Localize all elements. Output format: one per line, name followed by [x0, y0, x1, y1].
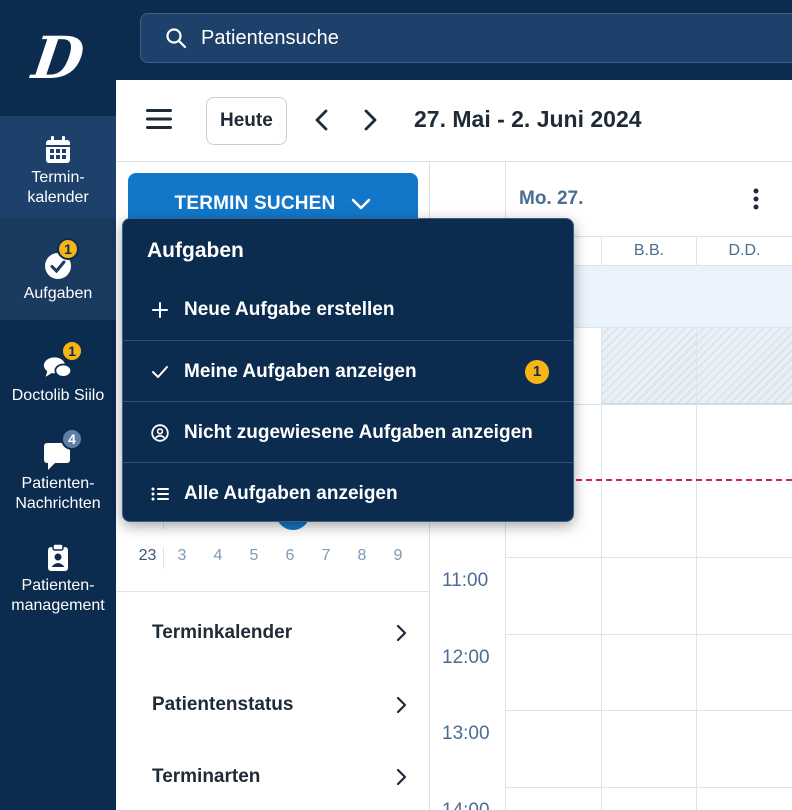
time-label: 14:00 — [442, 800, 490, 810]
calendar-toolbar: Heute 27. Mai - 2. Juni 2024 — [116, 80, 792, 162]
menu-icon[interactable] — [146, 108, 172, 130]
top-bar: Patientensuche — [116, 0, 792, 80]
divider — [116, 591, 429, 592]
mini-calendar-day[interactable]: 5 — [236, 547, 272, 569]
doctolib-logo[interactable]: D — [0, 0, 116, 116]
menu-item-new-task[interactable]: Neue Aufgabe erstellen — [123, 279, 573, 340]
day-header[interactable]: Mo. 27. — [519, 188, 583, 210]
mini-calendar-day[interactable]: 4 — [200, 547, 236, 569]
sidebar-item-label: Termin- — [31, 169, 85, 186]
menu-item-all-tasks[interactable]: Alle Aufgaben anzeigen — [123, 463, 573, 524]
calendar-icon — [43, 136, 73, 164]
my-tasks-badge: 1 — [525, 359, 549, 384]
date-range-title: 27. Mai - 2. Juni 2024 — [414, 106, 642, 132]
menu-title: Aufgaben — [147, 239, 244, 262]
sidebar-item-patienten-nachrichten[interactable]: 4 Patienten- Nachrichten — [0, 420, 116, 522]
mini-calendar-day[interactable]: 7 — [308, 547, 344, 569]
siilo-badge: 1 — [61, 340, 83, 362]
nachrichten-badge: 4 — [61, 428, 83, 450]
resource-column-header: D.D. — [697, 236, 792, 266]
sidebar-item-label: Patienten- — [21, 475, 95, 492]
resource-column-header: B.B. — [602, 236, 696, 266]
unavailable-slot — [697, 328, 792, 404]
clipboard-user-icon — [43, 544, 73, 572]
list-icon — [149, 483, 171, 505]
search-icon — [166, 28, 187, 49]
unavailable-slot — [602, 328, 696, 404]
sidebar-item-label: Nachrichten — [15, 495, 101, 512]
sidebar-item-label: management — [11, 597, 105, 614]
chevron-right-icon — [396, 768, 407, 786]
chat-bubbles-icon: 1 — [43, 340, 83, 382]
sidebar-item-label: kalender — [27, 189, 89, 206]
mini-calendar-day[interactable]: 3 — [164, 547, 200, 569]
hour-line — [506, 634, 792, 635]
sidebar-item-doctolib-siilo[interactable]: 1 Doctolib Siilo — [0, 320, 116, 420]
plus-icon — [149, 299, 171, 321]
sidebar-item-terminkalender[interactable]: Termin- kalender — [0, 116, 116, 218]
check-circle-icon: 1 — [43, 238, 79, 280]
more-options-icon[interactable] — [753, 188, 759, 210]
sidebar-item-label: Aufgaben — [23, 285, 93, 302]
sidebar-item-aufgaben[interactable]: 1 Aufgaben — [0, 218, 116, 320]
mini-calendar-day[interactable]: 9 — [380, 547, 416, 569]
patient-search-input[interactable]: Patientensuche — [140, 13, 792, 63]
sidebar-item-label: Doctolib Siilo — [11, 387, 105, 404]
hour-line — [506, 557, 792, 558]
search-placeholder: Patientensuche — [201, 26, 339, 49]
chevron-left-icon[interactable] — [314, 109, 330, 131]
chevron-right-icon — [396, 696, 407, 714]
aufgaben-badge: 1 — [57, 238, 79, 260]
hour-line — [506, 710, 792, 711]
user-circle-icon — [149, 422, 171, 444]
message-icon: 4 — [43, 428, 83, 470]
menu-item-label: Nicht zugewiesene Aufgaben anzeigen — [184, 421, 533, 443]
section-label: Terminkalender — [152, 622, 293, 643]
time-label: 13:00 — [442, 723, 490, 744]
time-label: 11:00 — [442, 570, 489, 591]
section-terminarten[interactable]: Terminarten — [152, 766, 408, 788]
menu-item-label: Meine Aufgaben anzeigen — [184, 360, 417, 382]
main-sidebar: D Termin- kalender 1 Aufgaben 1 Doctolib… — [0, 0, 116, 810]
chevron-right-icon — [396, 624, 407, 642]
menu-item-my-tasks[interactable]: Meine Aufgaben anzeigen 1 — [123, 341, 573, 402]
tasks-dropdown-menu: Aufgaben Neue Aufgabe erstellen Meine Au… — [122, 218, 574, 522]
check-icon — [149, 361, 171, 383]
section-label: Terminarten — [152, 766, 261, 787]
section-label: Patientenstatus — [152, 694, 294, 715]
today-button[interactable]: Heute — [206, 97, 287, 145]
section-patientenstatus[interactable]: Patientenstatus — [152, 694, 408, 716]
search-appointment-label: TERMIN SUCHEN — [174, 193, 336, 214]
chevron-down-icon — [352, 198, 371, 210]
mini-calendar-week-23: 23 3 4 5 6 7 8 9 — [132, 547, 422, 569]
mini-calendar-day[interactable]: 8 — [344, 547, 380, 569]
sidebar-item-label: Patienten- — [21, 577, 95, 594]
week-number: 23 — [132, 547, 164, 569]
hour-line — [506, 787, 792, 788]
mini-calendar-day[interactable]: 6 — [272, 547, 308, 569]
menu-item-unassigned-tasks[interactable]: Nicht zugewiesene Aufgaben anzeigen — [123, 402, 573, 463]
time-label: 12:00 — [442, 647, 490, 668]
chevron-right-icon[interactable] — [362, 109, 378, 131]
menu-item-label: Alle Aufgaben anzeigen — [184, 482, 398, 504]
sidebar-item-patientenmanagement[interactable]: Patienten- management — [0, 522, 116, 624]
menu-item-label: Neue Aufgabe erstellen — [184, 298, 395, 320]
section-terminkalender[interactable]: Terminkalender — [152, 622, 408, 644]
